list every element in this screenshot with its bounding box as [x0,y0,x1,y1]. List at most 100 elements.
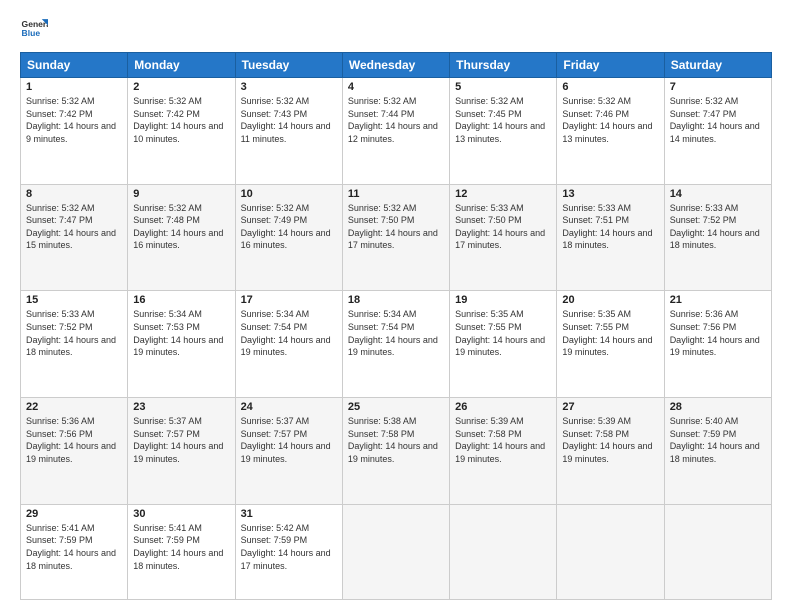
day-number: 9 [133,188,229,200]
calendar-cell: 1 Sunrise: 5:32 AMSunset: 7:42 PMDaylight… [21,78,128,185]
cell-info: Sunrise: 5:32 AMSunset: 7:44 PMDaylight:… [348,95,444,145]
day-number: 28 [670,401,766,413]
calendar-cell: 17 Sunrise: 5:34 AMSunset: 7:54 PMDayligh… [235,291,342,398]
cell-info: Sunrise: 5:39 AMSunset: 7:58 PMDaylight:… [562,415,658,465]
calendar-header-tuesday: Tuesday [235,53,342,78]
calendar-cell: 21Sunrise: 5:36 AMSunset: 7:56 PMDayligh… [664,291,771,398]
svg-text:Blue: Blue [22,28,41,38]
day-number: 10 [241,188,337,200]
calendar-cell: 5 Sunrise: 5:32 AMSunset: 7:45 PMDaylight… [450,78,557,185]
day-number: 26 [455,401,551,413]
calendar-header-thursday: Thursday [450,53,557,78]
calendar-cell: 30Sunrise: 5:41 AMSunset: 7:59 PMDayligh… [128,504,235,599]
cell-info: Sunrise: 5:36 AMSunset: 7:56 PMDaylight:… [670,308,766,358]
calendar-cell: 16 Sunrise: 5:34 AMSunset: 7:53 PMDayligh… [128,291,235,398]
day-number: 18 [348,294,444,306]
day-number: 6 [562,81,658,93]
day-number: 13 [562,188,658,200]
cell-info: Sunrise: 5:32 AMSunset: 7:49 PMDaylight:… [241,202,337,252]
cell-info: Sunrise: 5:36 AMSunset: 7:56 PMDaylight:… [26,415,122,465]
cell-info: Sunrise: 5:37 AMSunset: 7:57 PMDaylight:… [241,415,337,465]
calendar-cell: 14 Sunrise: 5:33 AMSunset: 7:52 PMDayligh… [664,184,771,291]
cell-info: Sunrise: 5:41 AMSunset: 7:59 PMDaylight:… [133,522,229,572]
cell-info: Sunrise: 5:32 AMSunset: 7:46 PMDaylight:… [562,95,658,145]
day-number: 22 [26,401,122,413]
calendar-cell: 7Sunrise: 5:32 AMSunset: 7:47 PMDaylight… [664,78,771,185]
day-number: 27 [562,401,658,413]
calendar-cell: 9 Sunrise: 5:32 AMSunset: 7:48 PMDaylight… [128,184,235,291]
day-number: 29 [26,508,122,520]
calendar-cell: 12 Sunrise: 5:33 AMSunset: 7:50 PMDayligh… [450,184,557,291]
calendar-week-2: 8 Sunrise: 5:32 AMSunset: 7:47 PMDaylight… [21,184,772,291]
day-number: 19 [455,294,551,306]
calendar-cell: 10 Sunrise: 5:32 AMSunset: 7:49 PMDayligh… [235,184,342,291]
cell-info: Sunrise: 5:42 AMSunset: 7:59 PMDaylight:… [241,522,337,572]
day-number: 31 [241,508,337,520]
calendar-header-sunday: Sunday [21,53,128,78]
calendar-week-1: 1 Sunrise: 5:32 AMSunset: 7:42 PMDaylight… [21,78,772,185]
cell-info: Sunrise: 5:33 AMSunset: 7:51 PMDaylight:… [562,202,658,252]
cell-info: Sunrise: 5:38 AMSunset: 7:58 PMDaylight:… [348,415,444,465]
page: General Blue SundayMondayTuesdayWednesda… [0,0,792,612]
calendar-cell: 8 Sunrise: 5:32 AMSunset: 7:47 PMDaylight… [21,184,128,291]
calendar-week-5: 29 Sunrise: 5:41 AMSunset: 7:59 PMDayligh… [21,504,772,599]
day-number: 16 [133,294,229,306]
calendar-cell: 29 Sunrise: 5:41 AMSunset: 7:59 PMDayligh… [21,504,128,599]
cell-info: Sunrise: 5:32 AMSunset: 7:47 PMDaylight:… [26,202,122,252]
day-number: 17 [241,294,337,306]
header: General Blue [20,16,772,44]
cell-info: Sunrise: 5:32 AMSunset: 7:50 PMDaylight:… [348,202,444,252]
cell-info: Sunrise: 5:32 AMSunset: 7:45 PMDaylight:… [455,95,551,145]
calendar-cell: 19 Sunrise: 5:35 AMSunset: 7:55 PMDayligh… [450,291,557,398]
cell-info: Sunrise: 5:34 AMSunset: 7:54 PMDaylight:… [348,308,444,358]
logo-icon: General Blue [20,16,48,44]
cell-info: Sunrise: 5:34 AMSunset: 7:53 PMDaylight:… [133,308,229,358]
day-number: 5 [455,81,551,93]
calendar-cell: 11Sunrise: 5:32 AMSunset: 7:50 PMDayligh… [342,184,449,291]
cell-info: Sunrise: 5:32 AMSunset: 7:43 PMDaylight:… [241,95,337,145]
day-number: 23 [133,401,229,413]
calendar-cell: 25 Sunrise: 5:38 AMSunset: 7:58 PMDayligh… [342,398,449,505]
cell-info: Sunrise: 5:35 AMSunset: 7:55 PMDaylight:… [562,308,658,358]
day-number: 24 [241,401,337,413]
calendar-header-wednesday: Wednesday [342,53,449,78]
calendar-cell: 13 Sunrise: 5:33 AMSunset: 7:51 PMDayligh… [557,184,664,291]
cell-info: Sunrise: 5:40 AMSunset: 7:59 PMDaylight:… [670,415,766,465]
cell-info: Sunrise: 5:41 AMSunset: 7:59 PMDaylight:… [26,522,122,572]
calendar-cell: 24 Sunrise: 5:37 AMSunset: 7:57 PMDayligh… [235,398,342,505]
cell-info: Sunrise: 5:32 AMSunset: 7:48 PMDaylight:… [133,202,229,252]
day-number: 12 [455,188,551,200]
cell-info: Sunrise: 5:33 AMSunset: 7:50 PMDaylight:… [455,202,551,252]
calendar-week-3: 15 Sunrise: 5:33 AMSunset: 7:52 PMDayligh… [21,291,772,398]
calendar-cell [450,504,557,599]
day-number: 25 [348,401,444,413]
day-number: 8 [26,188,122,200]
calendar-header-saturday: Saturday [664,53,771,78]
cell-info: Sunrise: 5:35 AMSunset: 7:55 PMDaylight:… [455,308,551,358]
calendar-header-friday: Friday [557,53,664,78]
calendar-header-row: SundayMondayTuesdayWednesdayThursdayFrid… [21,53,772,78]
calendar-cell: 4 Sunrise: 5:32 AMSunset: 7:44 PMDaylight… [342,78,449,185]
calendar-cell: 2Sunrise: 5:32 AMSunset: 7:42 PMDaylight… [128,78,235,185]
day-number: 4 [348,81,444,93]
day-number: 14 [670,188,766,200]
cell-info: Sunrise: 5:32 AMSunset: 7:42 PMDaylight:… [26,95,122,145]
calendar-cell: 28 Sunrise: 5:40 AMSunset: 7:59 PMDayligh… [664,398,771,505]
day-number: 3 [241,81,337,93]
cell-info: Sunrise: 5:33 AMSunset: 7:52 PMDaylight:… [670,202,766,252]
calendar-cell [342,504,449,599]
day-number: 15 [26,294,122,306]
calendar-cell: 15 Sunrise: 5:33 AMSunset: 7:52 PMDayligh… [21,291,128,398]
logo: General Blue [20,16,52,44]
cell-info: Sunrise: 5:33 AMSunset: 7:52 PMDaylight:… [26,308,122,358]
calendar-header-monday: Monday [128,53,235,78]
cell-info: Sunrise: 5:32 AMSunset: 7:42 PMDaylight:… [133,95,229,145]
calendar-table: SundayMondayTuesdayWednesdayThursdayFrid… [20,52,772,600]
day-number: 7 [670,81,766,93]
calendar-cell: 20Sunrise: 5:35 AMSunset: 7:55 PMDayligh… [557,291,664,398]
day-number: 1 [26,81,122,93]
calendar-cell [664,504,771,599]
calendar-cell: 18 Sunrise: 5:34 AMSunset: 7:54 PMDayligh… [342,291,449,398]
cell-info: Sunrise: 5:34 AMSunset: 7:54 PMDaylight:… [241,308,337,358]
calendar-cell: 27 Sunrise: 5:39 AMSunset: 7:58 PMDayligh… [557,398,664,505]
